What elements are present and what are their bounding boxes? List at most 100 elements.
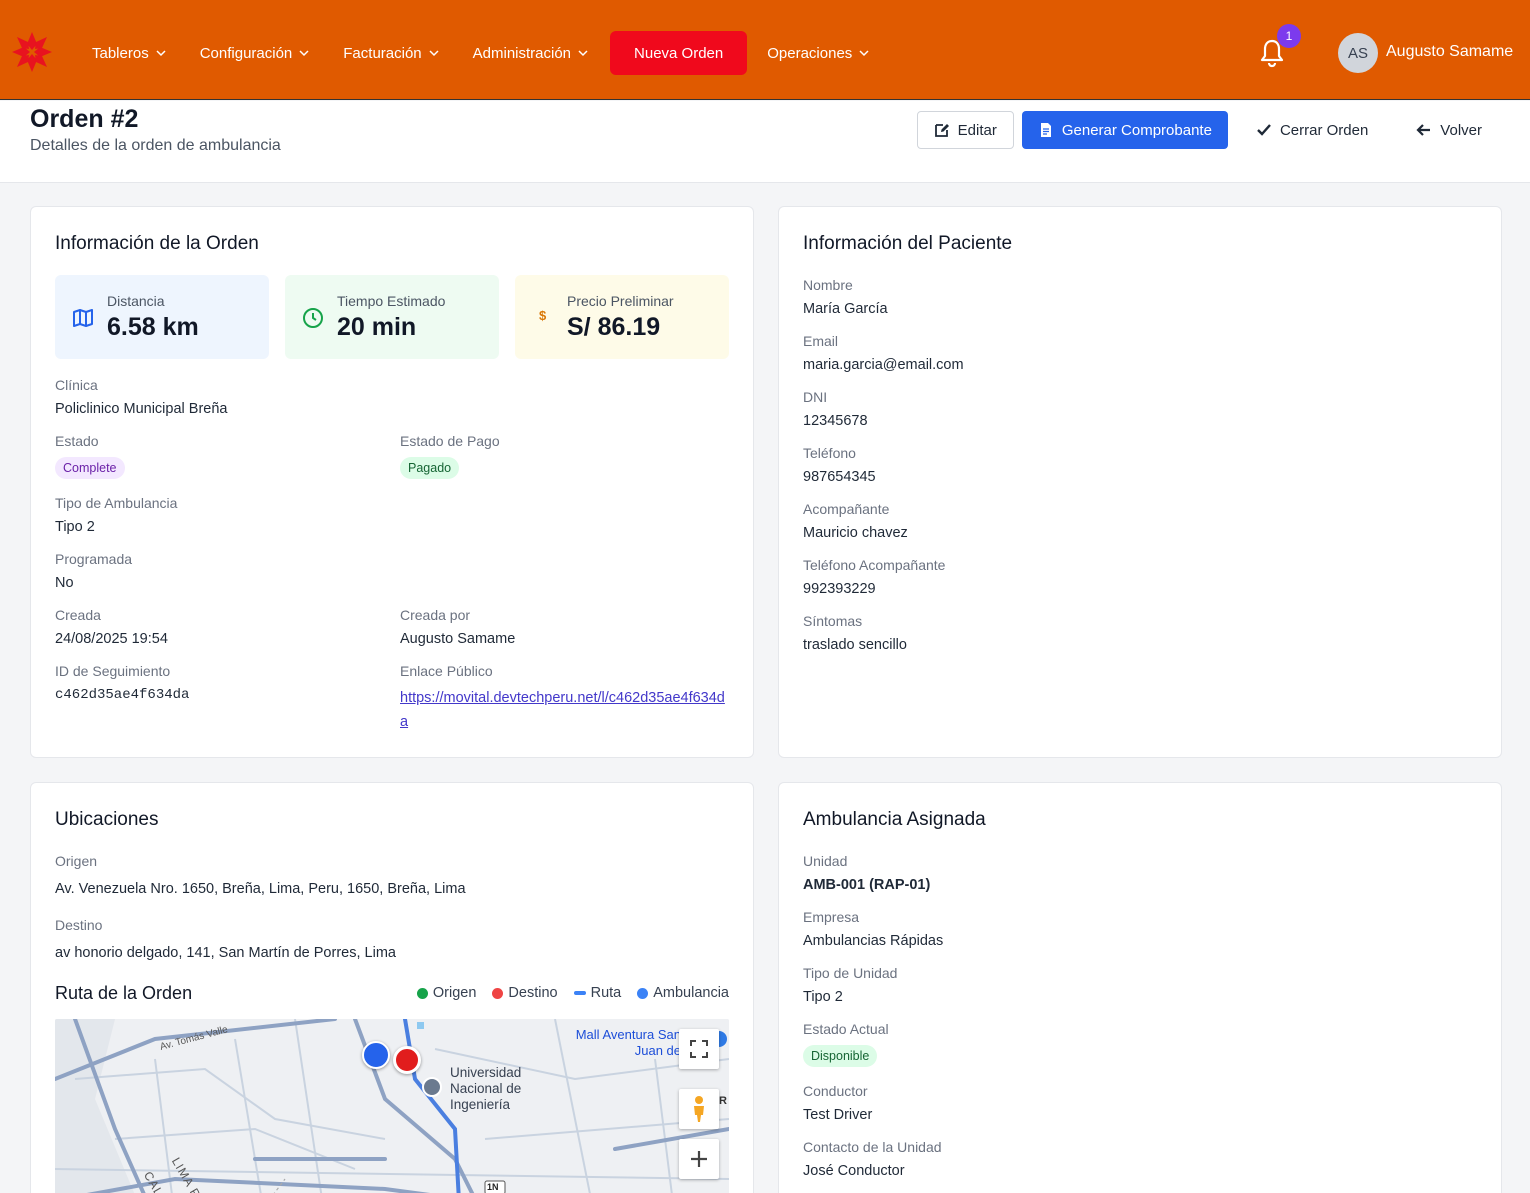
user-name[interactable]: Augusto Samame <box>1386 43 1513 61</box>
page-title: Orden #2 <box>30 105 139 133</box>
back-button-label: Volver <box>1440 121 1482 139</box>
patient-name-value: María García <box>803 301 888 317</box>
time-value: 20 min <box>337 313 417 341</box>
created-by-value: Augusto Samame <box>400 631 516 647</box>
destination-marker-icon[interactable] <box>393 1046 421 1074</box>
public-link[interactable]: https://movital.devtechperu.net/l/c462d3… <box>400 686 726 734</box>
street-view-button[interactable] <box>679 1089 719 1129</box>
legend-ambulance: Ambulancia <box>637 985 729 1001</box>
locations-title: Ubicaciones <box>55 809 159 830</box>
close-order-button[interactable]: Cerrar Orden <box>1236 111 1388 149</box>
edit-button[interactable]: Editar <box>916 111 1014 149</box>
legend-destination-label: Destino <box>508 985 558 1001</box>
legend-origin-label: Origen <box>432 985 477 1001</box>
nav-configuracion[interactable]: Configuración <box>188 30 322 76</box>
map-poi-line-1: Universidad <box>450 1065 522 1080</box>
map-highway-label: 1N <box>487 1182 499 1192</box>
tracking-id-label: ID de Seguimiento <box>55 663 171 679</box>
nav-facturacion[interactable]: Facturación <box>331 30 450 76</box>
route-title: Ruta de la Orden <box>55 983 193 1003</box>
pegman-icon <box>694 1096 704 1122</box>
patient-dni-value: 12345678 <box>803 413 868 429</box>
public-link-label: Enlace Público <box>400 663 493 679</box>
map-poi-line-2: Nacional de <box>450 1081 522 1096</box>
ambulance-type-value: Tipo 2 <box>55 519 95 535</box>
created-by-label: Creada por <box>400 607 471 623</box>
unit-type-value: Tipo 2 <box>803 989 843 1005</box>
status-badge: Complete <box>55 457 125 479</box>
scheduled-label: Programada <box>55 551 133 567</box>
nav-administracion[interactable]: Administración <box>461 30 600 76</box>
destination-label: Destino <box>55 917 103 933</box>
status-label: Estado <box>55 433 99 449</box>
symptoms-value: traslado sencillo <box>803 637 907 653</box>
chevron-down-icon <box>299 50 309 57</box>
check-icon <box>1257 124 1271 136</box>
created-value: 24/08/2025 19:54 <box>55 631 168 647</box>
patient-info-title: Información del Paciente <box>803 233 1013 254</box>
new-order-button[interactable]: Nueva Orden <box>610 31 748 75</box>
driver-label: Conductor <box>803 1083 868 1099</box>
payment-status-label: Estado de Pago <box>400 433 500 449</box>
ambulance-marker-icon[interactable] <box>362 1041 390 1069</box>
symptoms-label: Síntomas <box>803 613 863 629</box>
patient-email-label: Email <box>803 333 839 349</box>
distance-value: 6.58 km <box>107 313 199 341</box>
document-icon <box>1040 123 1051 137</box>
back-button[interactable]: Volver <box>1396 111 1502 149</box>
nav-facturacion-label: Facturación <box>343 44 422 62</box>
assigned-ambulance-card: Ambulancia Asignada Unidad AMB-001 (RAP-… <box>778 782 1502 1193</box>
current-status-label: Estado Actual <box>803 1021 889 1037</box>
zoom-in-button[interactable] <box>679 1139 719 1179</box>
chevron-down-icon <box>578 50 588 57</box>
nav-operaciones-label: Operaciones <box>767 44 853 62</box>
page-header: Orden #2 Detalles de la orden de ambulan… <box>0 101 1530 183</box>
payment-status-badge: Pagado <box>400 457 460 479</box>
fullscreen-icon <box>690 1040 708 1058</box>
legend-origin: Origen <box>416 985 477 1001</box>
logo-icon[interactable] <box>10 30 54 74</box>
generate-receipt-button[interactable]: Generar Comprobante <box>1021 111 1228 149</box>
map-legend: Origen Destino Ruta Ambulancia <box>401 985 729 1001</box>
company-value: Ambulancias Rápidas <box>803 933 944 949</box>
route-map[interactable]: Av. Tomás Valle LIMA PROV. CALLAO Mall A… <box>55 1019 729 1193</box>
patient-email-value: maria.garcia@email.com <box>803 357 964 373</box>
avatar[interactable]: AS <box>1338 33 1378 73</box>
arrow-left-icon <box>1416 124 1431 136</box>
clinic-label: Clínica <box>55 377 98 393</box>
fullscreen-button[interactable] <box>679 1029 719 1069</box>
notification-count-badge: 1 <box>1277 24 1301 48</box>
unit-value: AMB-001 (RAP-01) <box>803 877 931 893</box>
driver-value: Test Driver <box>803 1107 873 1123</box>
distance-label: Distancia <box>107 293 165 309</box>
company-label: Empresa <box>803 909 860 925</box>
legend-route: Ruta <box>573 985 622 1001</box>
origin-label: Origen <box>55 853 98 869</box>
assigned-ambulance-title: Ambulancia Asignada <box>803 809 986 830</box>
price-stat: $ Precio Preliminar S/ 86.19 <box>515 275 729 359</box>
nav-configuracion-label: Configuración <box>199 44 293 62</box>
legend-ambulance-label: Ambulancia <box>653 985 729 1001</box>
generate-receipt-label: Generar Comprobante <box>1061 121 1212 139</box>
order-info-card: Información de la Orden Distancia 6.58 k… <box>30 206 754 758</box>
nav-tableros[interactable]: Tableros <box>80 30 178 76</box>
chevron-down-icon <box>859 50 869 57</box>
patient-phone-label: Teléfono <box>803 445 856 461</box>
header-actions: Editar Generar Comprobante Cerrar Orden … <box>909 111 1502 149</box>
map-icon <box>73 309 93 327</box>
price-label: Precio Preliminar <box>567 293 674 309</box>
map-poi-line-3: Ingeniería <box>450 1097 511 1112</box>
unit-contact-value: José Conductor <box>803 1163 905 1179</box>
destination-value: av honorio delgado, 141, San Martín de P… <box>55 945 396 961</box>
nav-operaciones[interactable]: Operaciones <box>755 30 881 76</box>
distance-stat: Distancia 6.58 km <box>55 275 269 359</box>
dollar-icon: $ <box>539 308 547 323</box>
page-subtitle: Detalles de la orden de ambulancia <box>30 137 281 154</box>
plus-icon <box>691 1151 707 1167</box>
legend-route-label: Ruta <box>590 985 622 1001</box>
nav-administracion-label: Administración <box>472 44 572 62</box>
patient-name-label: Nombre <box>803 277 853 293</box>
map-poi-label-mall: Mall Aventura San Juan de Lurigancho <box>575 1027 681 1061</box>
chevron-down-icon <box>156 50 166 57</box>
main-menu: Tableros Configuración Facturación Admin… <box>80 30 891 76</box>
